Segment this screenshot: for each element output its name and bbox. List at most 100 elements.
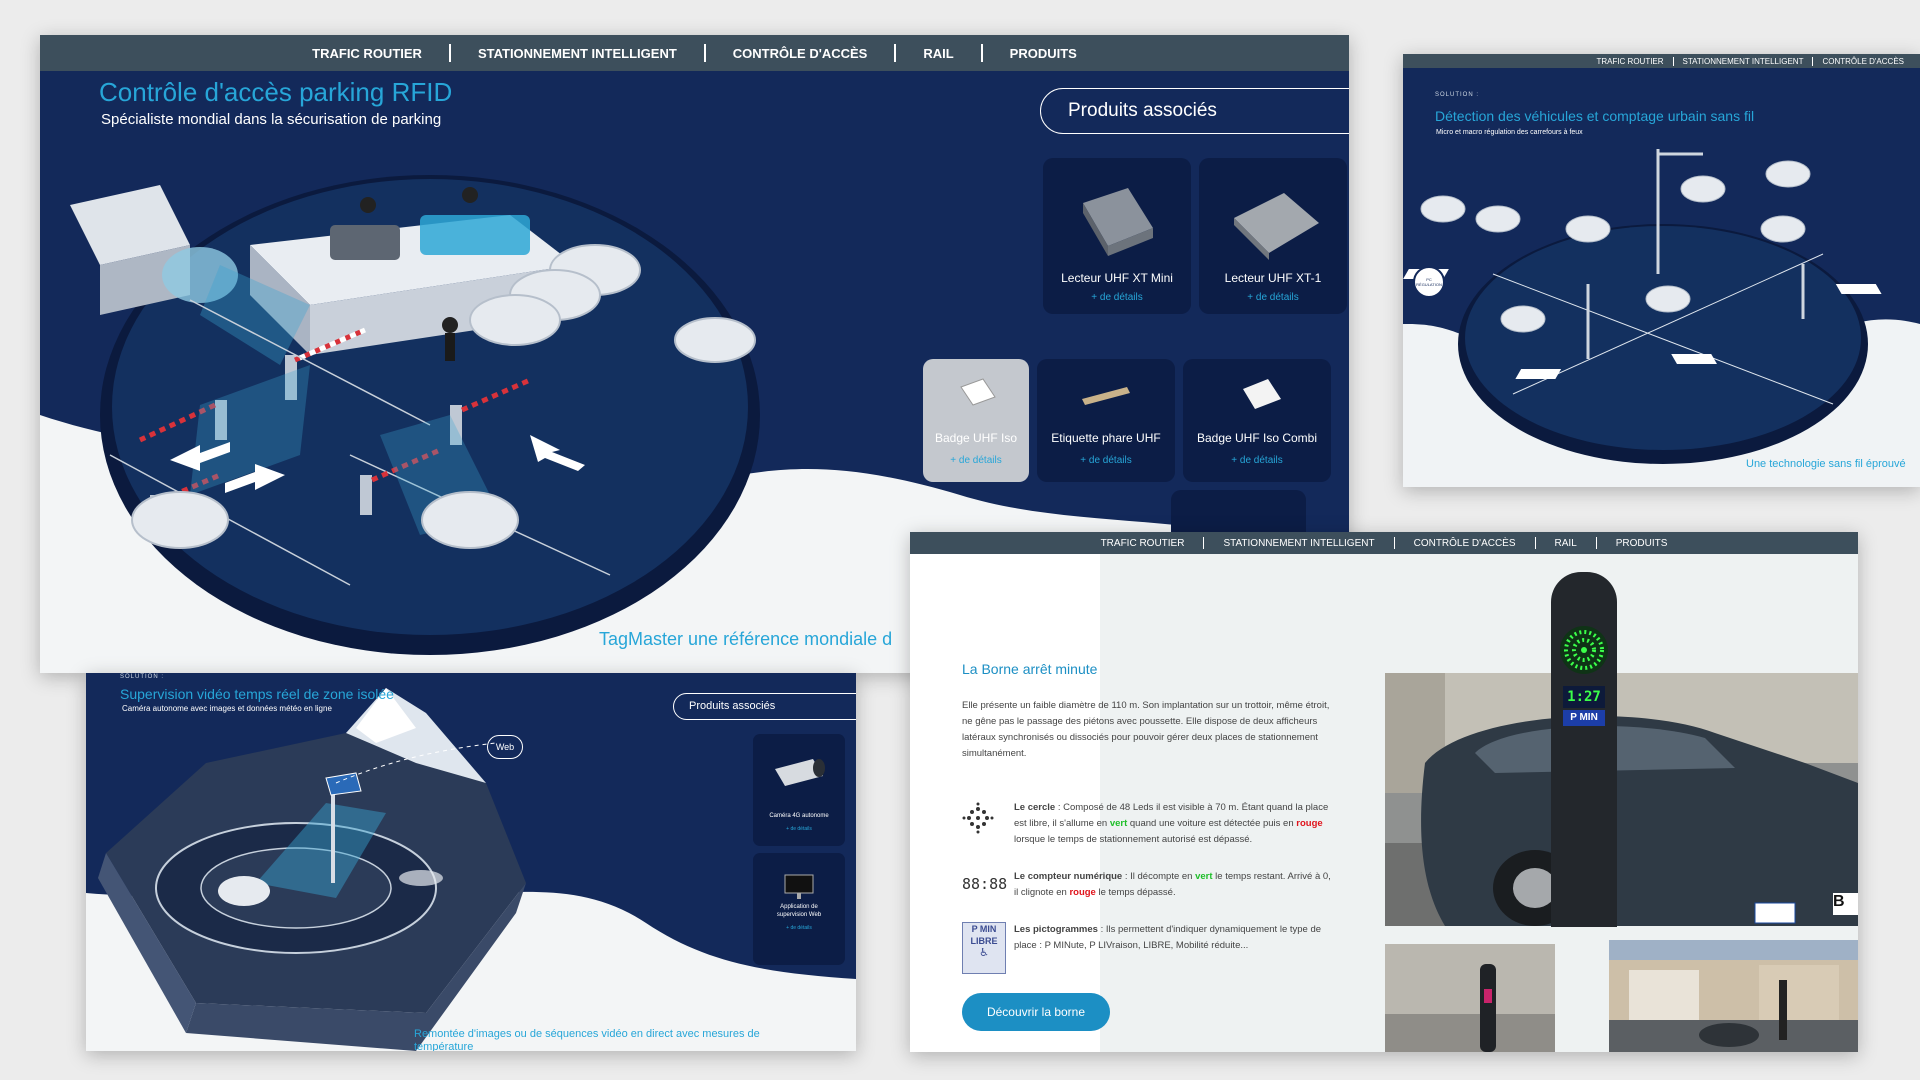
license-plate: B	[1833, 893, 1858, 915]
details-link[interactable]: + de détails	[1199, 292, 1347, 303]
feature-desc: quand une voiture est détectée puis en	[1127, 818, 1297, 829]
nav-item-trafic-routier[interactable]: TRAFIC ROUTIER	[285, 46, 449, 61]
page-title: Contrôle d'accès parking RFID	[99, 77, 453, 107]
nav-item-trafic-routier[interactable]: TRAFIC ROUTIER	[1082, 538, 1204, 549]
solution-kicker: SOLUTION :	[120, 674, 165, 680]
nav-item-rail[interactable]: RAIL	[1536, 538, 1596, 549]
product-label: Caméra 4G autonome	[769, 813, 829, 819]
intro-paragraph: Elle présente un faible diamètre de 110 …	[962, 700, 1330, 759]
feature-name: Le compteur numérique	[1014, 871, 1123, 882]
camera-icon	[775, 759, 825, 786]
page-subtitle: Caméra autonome avec images et données m…	[122, 704, 332, 713]
product-label: Lecteur UHF XT Mini	[1061, 271, 1173, 285]
street-car-photo	[1385, 673, 1858, 926]
tagline: TagMaster une référence mondiale d	[599, 629, 893, 649]
uhf-reader-xt1-icon	[1234, 193, 1319, 260]
panel-vehicle-detection: TRAFIC ROUTIER STATIONNEMENT INTELLIGENT…	[1403, 54, 1920, 487]
tagline: Une technologie sans fil éprouvé	[1746, 458, 1906, 470]
color-word-red: rouge	[1296, 818, 1323, 829]
product-label: Application de supervision Web	[776, 904, 822, 918]
badge-iso-combi-icon	[1243, 379, 1281, 409]
nav-item-rail[interactable]: RAIL	[896, 46, 980, 61]
details-link[interactable]: + de détails	[1037, 455, 1175, 466]
wheelchair-icon: ♿	[979, 947, 989, 959]
color-word-green: vert	[1109, 818, 1128, 829]
pc-regulation-badge: PC RÉGULATION	[1413, 266, 1445, 298]
panel-video-supervision: Web SOLUTION : Supervision vidéo temps r…	[86, 673, 856, 1051]
countdown-display: 1:27	[1563, 686, 1605, 708]
section-title: La Borne arrêt minute	[962, 661, 1098, 677]
product-label: Etiquette phare UHF	[1051, 431, 1161, 445]
product-label: Lecteur UHF XT-1	[1224, 271, 1322, 285]
badge-iso-icon	[960, 378, 996, 406]
feature-text: Le cercle : Composé de 48 Leds il est vi…	[1014, 800, 1334, 848]
borne-bollard: 1:27 P MIN	[1551, 572, 1617, 927]
color-word-green: vert	[1195, 871, 1213, 882]
top-nav: TRAFIC ROUTIER STATIONNEMENT INTELLIGENT…	[910, 532, 1858, 554]
nav-item-controle-acces[interactable]: CONTRÔLE D'ACCÈS	[1395, 538, 1535, 549]
related-products-label: Produits associés	[689, 700, 776, 712]
nav-item-stationnement[interactable]: STATIONNEMENT INTELLIGENT	[451, 46, 704, 61]
nav-item-stationnement[interactable]: STATIONNEMENT INTELLIGENT	[1204, 538, 1393, 549]
page-subtitle: Micro et macro régulation des carrefours…	[1436, 129, 1583, 136]
page-title: Détection des véhicules et comptage urba…	[1435, 108, 1755, 124]
product-card[interactable]: Badge UHF Iso Combi + de détails	[1183, 359, 1331, 482]
web-cloud-icon: Web	[487, 735, 523, 759]
product-photo-small-1	[1385, 944, 1555, 1052]
parking-illustration	[70, 185, 756, 586]
digital-counter-icon: 88:88	[962, 875, 1008, 893]
nav-item-controle-acces[interactable]: CONTRÔLE D'ACCÈS	[706, 46, 895, 61]
page-title: Supervision vidéo temps réel de zone iso…	[120, 686, 394, 702]
top-nav: TRAFIC ROUTIER STATIONNEMENT INTELLIGENT…	[1403, 54, 1920, 68]
web-label: Web	[495, 742, 515, 752]
discover-button-label: Découvrir la borne	[986, 1005, 1086, 1019]
page-subtitle: Spécialiste mondial dans la sécurisation…	[101, 111, 442, 128]
tagline: Remontée d'images ou de séquences vidéo …	[414, 1028, 760, 1051]
p-min-display: P MIN	[1563, 710, 1605, 726]
nav-item-trafic-routier[interactable]: TRAFIC ROUTIER	[1587, 57, 1672, 66]
nav-item-produits[interactable]: PRODUITS	[1597, 538, 1687, 549]
feature-name: Le cercle	[1014, 802, 1056, 813]
nav-item-produits[interactable]: PRODUITS	[983, 46, 1104, 61]
pc-regulation-label: PC RÉGULATION	[1416, 277, 1442, 287]
pictogram-icon: P MIN LIBRE ♿	[962, 922, 1006, 974]
product-card[interactable]: Application de supervision Web + de déta…	[753, 853, 845, 965]
product-card[interactable]: Badge UHF Iso + de détails	[923, 359, 1029, 482]
details-link[interactable]: + de détails	[753, 826, 845, 832]
product-card[interactable]: Etiquette phare UHF + de détails	[1037, 359, 1175, 482]
panel-borne-arret-minute: TRAFIC ROUTIER STATIONNEMENT INTELLIGENT…	[910, 532, 1858, 1052]
feature-desc: lorsque le temps de stationnement autori…	[1014, 834, 1253, 845]
feature-name: Les pictogrammes	[1014, 924, 1098, 935]
feature-desc: : Il décompte en	[1122, 871, 1196, 882]
product-label: Badge UHF Iso	[934, 431, 1018, 445]
product-card[interactable]: Lecteur UHF XT Mini + de détails	[1043, 158, 1191, 314]
product-card[interactable]: Caméra 4G autonome + de détails	[753, 734, 845, 846]
product-photo-small-2	[1609, 940, 1858, 1052]
related-products-button[interactable]: Produits associés	[1040, 88, 1349, 134]
city-street-photo	[1609, 940, 1858, 1052]
details-link[interactable]: + de détails	[923, 455, 1029, 466]
solution-kicker: SOLUTION :	[1435, 92, 1480, 98]
product-photo-main: B	[1385, 673, 1858, 926]
nav-item-stationnement[interactable]: STATIONNEMENT INTELLIGENT	[1674, 57, 1813, 66]
discover-button[interactable]: Découvrir la borne	[962, 993, 1110, 1031]
led-circle-icon	[962, 802, 994, 834]
feature-text: Les pictogrammes : Ils permettent d'indi…	[1014, 922, 1334, 954]
related-products-button[interactable]: Produits associés	[673, 693, 856, 720]
details-link[interactable]: + de détails	[1183, 455, 1331, 466]
related-products-label: Produits associés	[1068, 100, 1217, 121]
picto-p-min: P MIN	[971, 924, 997, 934]
color-word-red: rouge	[1069, 887, 1096, 898]
top-nav: TRAFIC ROUTIER STATIONNEMENT INTELLIGENT…	[40, 35, 1349, 71]
person-icon	[360, 197, 376, 213]
product-card[interactable]: Lecteur UHF XT-1 + de détails	[1199, 158, 1347, 314]
feature-text: Le compteur numérique : Il décompte en v…	[1014, 869, 1334, 901]
led-circle-display-icon	[1560, 626, 1608, 674]
product-label: Badge UHF Iso Combi	[1196, 431, 1318, 445]
hero-background	[86, 673, 856, 1051]
bollard-street-photo	[1385, 944, 1555, 1052]
details-link[interactable]: + de détails	[753, 925, 845, 931]
picto-libre: LIBRE	[970, 936, 998, 946]
nav-item-controle-acces[interactable]: CONTRÔLE D'ACCÈS	[1813, 57, 1920, 66]
details-link[interactable]: + de détails	[1043, 292, 1191, 303]
